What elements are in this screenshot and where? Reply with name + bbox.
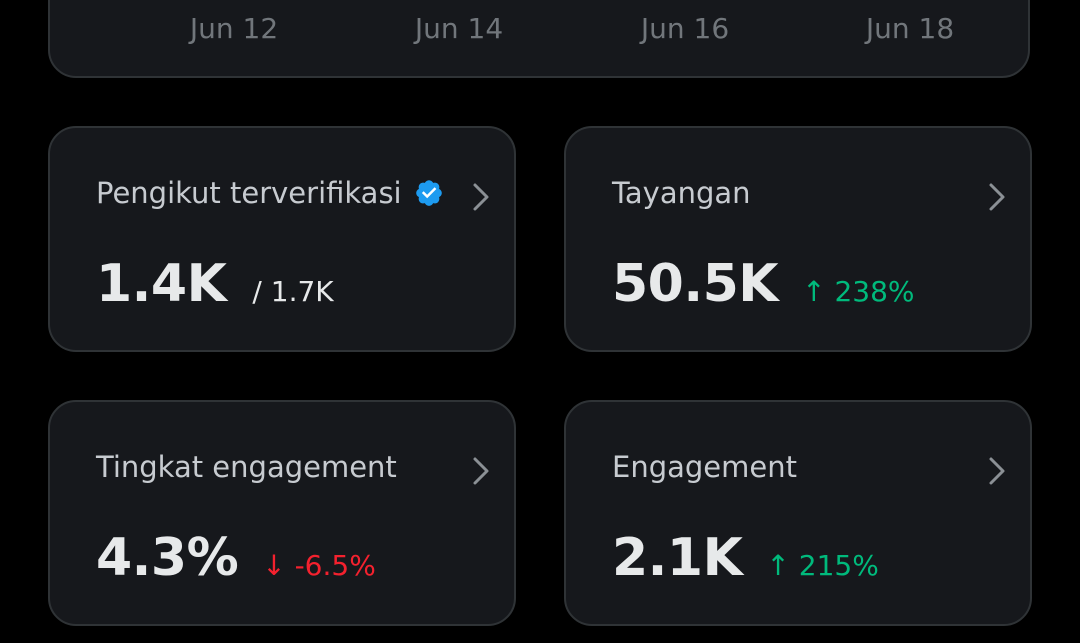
value-row: 2.1K ↑ 215%: [612, 528, 879, 588]
metric-value: 1.4K: [96, 254, 227, 314]
value-row: 1.4K / 1.7K: [96, 254, 334, 314]
impressions-card[interactable]: Tayangan 50.5K ↑ 238%: [564, 126, 1032, 352]
verified-followers-card[interactable]: Pengikut terverifikasi 1.4K / 1.7K: [48, 126, 516, 352]
value-row: 50.5K ↑ 238%: [612, 254, 915, 314]
metric-change-up: ↑ 238%: [802, 275, 915, 308]
chevron-right-icon: [989, 457, 1005, 485]
card-title: Tingkat engagement: [96, 450, 397, 484]
verified-badge-icon: [415, 180, 442, 206]
chevron-right-icon: [473, 183, 489, 211]
card-title-label: Tayangan: [612, 176, 751, 210]
metric-value: 4.3%: [96, 528, 239, 588]
engagement-rate-card[interactable]: Tingkat engagement 4.3% ↓ -6.5%: [48, 400, 516, 626]
card-title: Engagement: [612, 450, 797, 484]
card-title: Pengikut terverifikasi: [96, 176, 444, 210]
x-axis-tick-label: Jun 12: [189, 12, 279, 45]
card-title-label: Tingkat engagement: [96, 450, 397, 484]
metric-change-up: ↑ 215%: [766, 549, 879, 582]
value-row: 4.3% ↓ -6.5%: [96, 528, 376, 588]
x-axis-tick-label: Jun 16: [640, 12, 730, 45]
metric-total: / 1.7K: [252, 275, 334, 308]
card-title-label: Pengikut terverifikasi: [96, 176, 402, 210]
card-title: Tayangan: [612, 176, 751, 210]
metric-value: 2.1K: [612, 528, 743, 588]
card-title-label: Engagement: [612, 450, 797, 484]
metric-value: 50.5K: [612, 254, 779, 314]
chart-card: Jun 12 Jun 14 Jun 16 Jun 18: [48, 0, 1030, 78]
x-axis-tick-label: Jun 18: [865, 12, 955, 45]
engagement-card[interactable]: Engagement 2.1K ↑ 215%: [564, 400, 1032, 626]
chevron-right-icon: [473, 457, 489, 485]
chevron-right-icon: [989, 183, 1005, 211]
metric-change-down: ↓ -6.5%: [262, 549, 376, 582]
x-axis-tick-label: Jun 14: [414, 12, 504, 45]
